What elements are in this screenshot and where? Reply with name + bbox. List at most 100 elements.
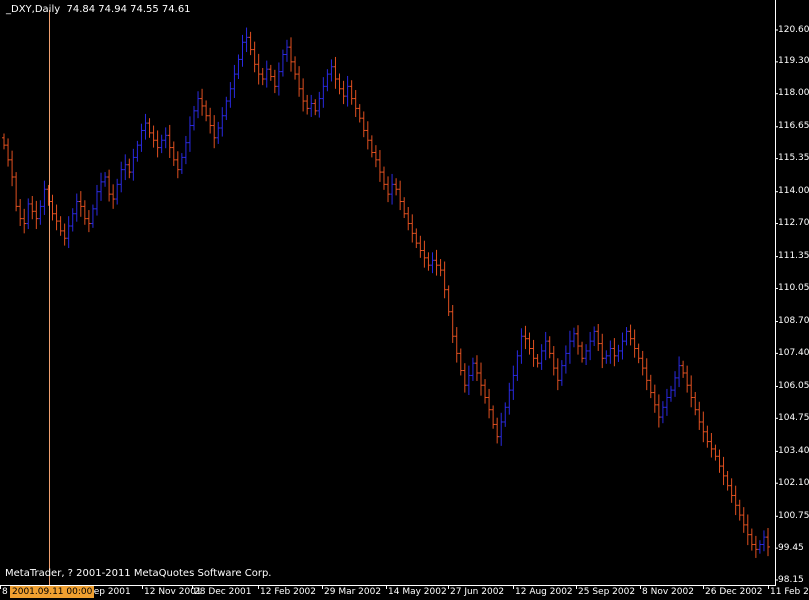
ohlc-bar <box>527 332 532 355</box>
ohlc-bar <box>365 121 370 150</box>
date-tick-label: 8 <box>2 587 8 597</box>
ohlc-bar <box>143 113 148 140</box>
ohlc-bar <box>38 200 43 225</box>
ohlc-bar <box>519 328 524 364</box>
ohlc-bar <box>515 350 520 381</box>
ohlc-bar <box>58 216 63 236</box>
ohlc-bar <box>693 391 698 416</box>
ohlc-bar <box>301 78 306 112</box>
ohlc-bar <box>422 240 427 268</box>
ohlc-bar <box>260 67 265 86</box>
ohlc-bar <box>600 333 605 369</box>
ohlc-bar <box>685 365 690 393</box>
ohlc-bar <box>571 327 576 348</box>
ohlc-bar <box>18 199 23 226</box>
ohlc-bar <box>543 331 548 361</box>
ohlc-bar <box>535 353 540 368</box>
date-tick-label: 12 Nov 2001 <box>144 587 202 597</box>
ohlc-bar <box>329 59 334 82</box>
ohlc-bar <box>596 323 601 351</box>
ohlc-bar <box>248 31 253 56</box>
ohlc-bar <box>317 91 322 118</box>
ohlc-bar <box>628 324 633 346</box>
date-tick-label: 27 Jun 2002 <box>450 587 505 597</box>
ohlc-bar <box>2 133 6 150</box>
price-chart[interactable] <box>0 0 809 600</box>
date-tick-label: 26 Dec 2002 <box>705 587 763 597</box>
ohlc-bar <box>450 305 455 343</box>
price-tick-label: 99.45 <box>778 542 804 553</box>
ohlc-bar <box>551 346 556 376</box>
ohlc-bar <box>361 111 366 138</box>
ohlc-bar <box>495 417 500 444</box>
ohlc-bar <box>82 200 87 225</box>
ohlc-bar <box>531 339 536 367</box>
ohlc-bar <box>66 216 71 249</box>
ohlc-bar <box>507 382 512 415</box>
ohlc-bar <box>268 64 273 81</box>
ohlc-bar <box>394 178 399 196</box>
ohlc-bar <box>373 145 378 168</box>
ohlc-bar <box>749 528 754 551</box>
chart-window[interactable]: _DXY,Daily 74.84 74.94 74.55 74.61 MetaT… <box>0 0 809 600</box>
ohlc-bar <box>123 154 128 181</box>
ohlc-bar <box>240 34 245 67</box>
price-tick-label: 119.30 <box>778 56 809 67</box>
copyright-text: MetaTrader, ? 2001-2011 MetaQuotes Softw… <box>5 568 272 579</box>
ohlc-bar <box>345 75 350 107</box>
ohlc-bar <box>418 235 423 258</box>
ohlc-bar <box>196 91 201 119</box>
ohlc-bar <box>576 325 581 355</box>
price-tick-label: 108.70 <box>778 316 809 327</box>
ohlc-bar <box>673 371 678 397</box>
crosshair-date-label: 2001.09.11 00:00 <box>10 586 95 598</box>
price-tick-label: 110.05 <box>778 282 809 293</box>
ohlc-bar <box>163 127 168 149</box>
ohlc-bar <box>499 412 504 446</box>
ohlc-bar <box>50 194 55 221</box>
ohlc-bar <box>313 99 318 116</box>
ohlc-bar <box>478 362 483 396</box>
ohlc-bar <box>474 355 479 381</box>
ohlc-bar <box>592 326 597 347</box>
price-tick-label: 114.00 <box>778 186 809 197</box>
ohlc-bar <box>289 37 294 72</box>
price-tick-label: 100.75 <box>778 510 809 521</box>
date-tick-label: Sep 2001 <box>88 587 131 597</box>
ohlc-bar <box>644 358 649 391</box>
ohlc-bar <box>580 341 585 363</box>
ohlc-bar <box>733 485 738 516</box>
ohlc-bar <box>74 193 79 222</box>
ohlc-bar <box>187 116 192 152</box>
ohlc-bar <box>175 151 180 179</box>
ohlc-bar <box>745 514 750 546</box>
ohlc-bar <box>390 173 395 205</box>
ohlc-bar <box>656 394 661 428</box>
ohlc-bar <box>115 178 120 205</box>
ohlc-bar <box>26 198 31 230</box>
ohlc-bar <box>414 228 419 249</box>
ohlc-bar <box>220 107 225 137</box>
ohlc-bar <box>466 365 471 396</box>
ohlc-bar <box>119 161 124 193</box>
ohlc-bar <box>94 184 99 216</box>
ohlc-bar <box>357 104 362 123</box>
ohlc-bar <box>567 330 572 364</box>
ohlc-bar <box>632 329 637 358</box>
date-tick-label: 29 Mar 2002 <box>324 587 382 597</box>
ohlc-bar <box>701 411 706 443</box>
ohlc-bar <box>761 530 766 552</box>
ohlc-bar <box>337 73 342 95</box>
ohlc-bar <box>228 82 233 108</box>
ohlc-bar <box>381 166 386 190</box>
ohlc-bar <box>547 336 552 359</box>
ohlc-bar <box>386 176 391 203</box>
ohlc-bar <box>555 358 560 391</box>
ohlc-bar <box>588 331 593 361</box>
ohlc-bar <box>256 53 261 85</box>
ohlc-bar <box>648 374 653 399</box>
price-tick-label: 115.35 <box>778 153 809 164</box>
ohlc-bar <box>426 252 431 271</box>
ohlc-bar <box>737 499 742 521</box>
ohlc-bar <box>321 77 326 108</box>
